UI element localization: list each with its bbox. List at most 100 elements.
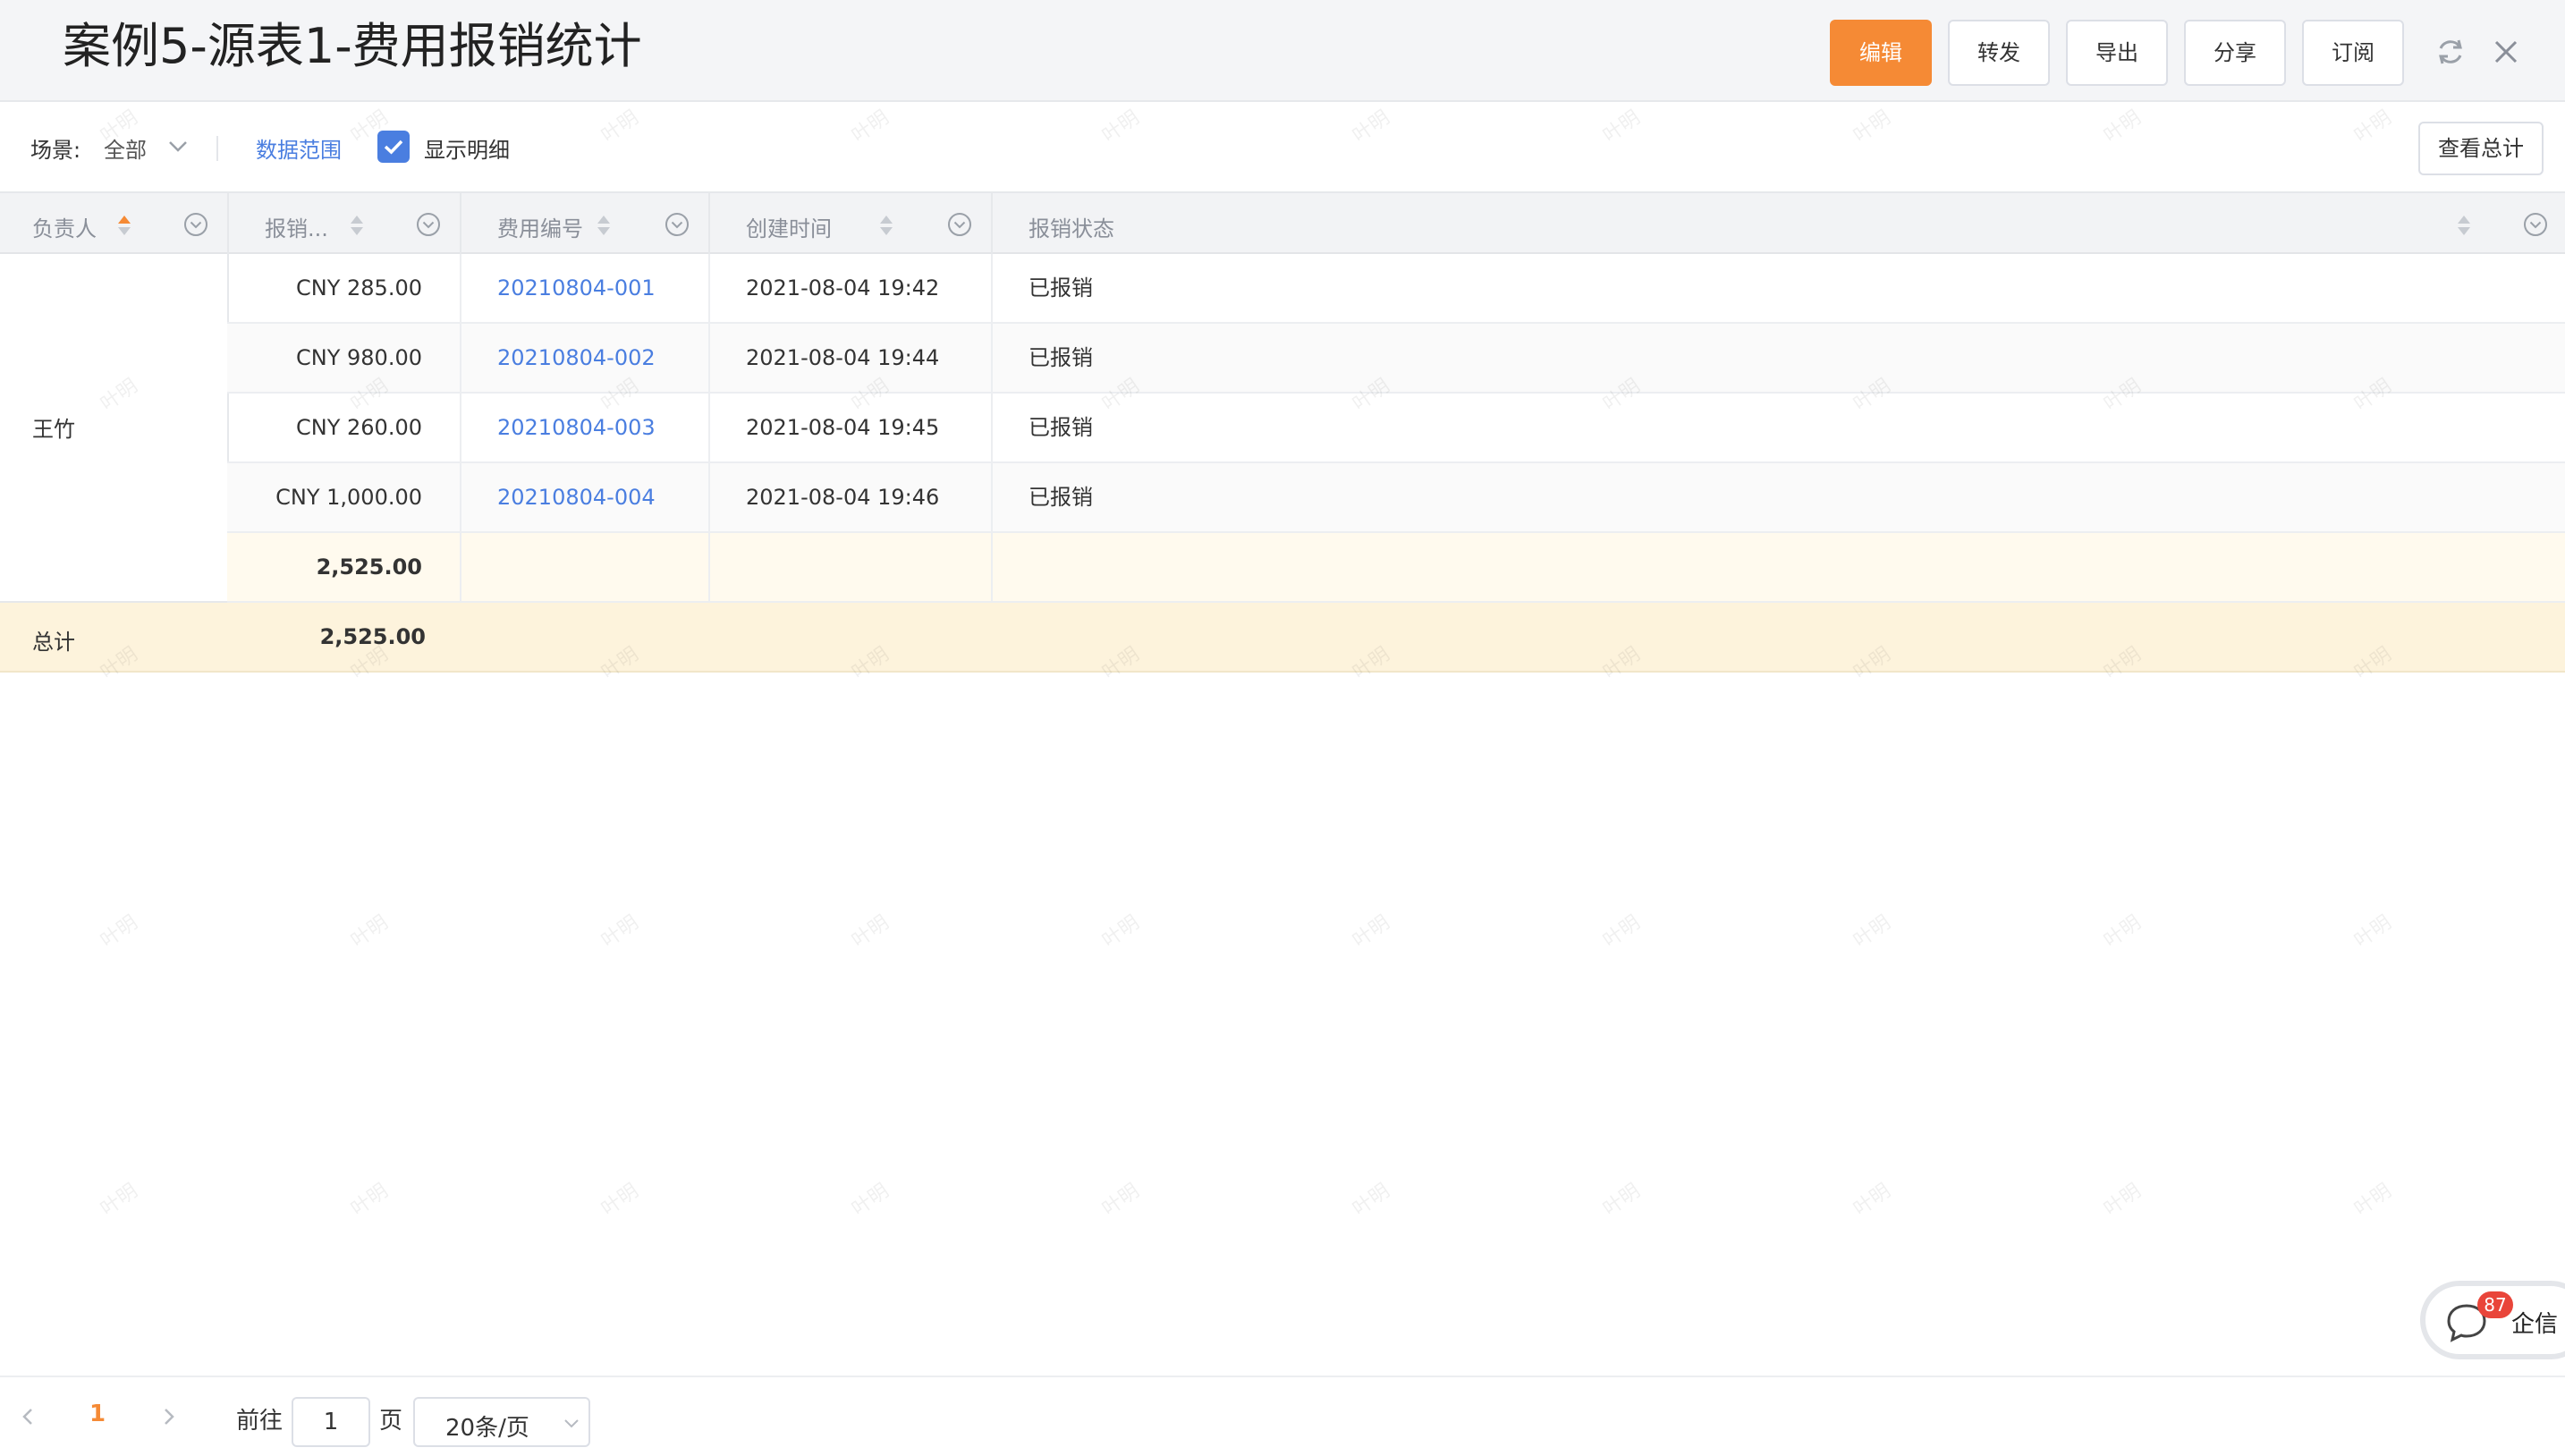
- column-header-owner[interactable]: 负责人: [0, 193, 229, 254]
- total-amount: 2,525.00: [319, 624, 426, 649]
- created-time-cell: 2021-08-04 19:46: [710, 463, 993, 533]
- owner-name: 王竹: [32, 417, 75, 442]
- created-time-cell: 2021-08-04 19:42: [710, 254, 993, 324]
- watermark-text: 叶明: [97, 1180, 142, 1221]
- owner-group-cell: 王竹: [0, 254, 229, 603]
- filter-dropdown-icon[interactable]: [946, 211, 973, 238]
- watermark-text: 叶明: [1850, 911, 1895, 952]
- subtotal-row: 2,525.00: [227, 533, 2565, 603]
- filter-dropdown-icon[interactable]: [415, 211, 442, 238]
- page-number-input[interactable]: [292, 1397, 370, 1447]
- amount-cell: CNY 260.00: [227, 394, 461, 463]
- column-header-created-time[interactable]: 创建时间: [710, 193, 993, 254]
- table-row[interactable]: CNY 1,000.00 20210804-004 2021-08-04 19:…: [227, 463, 2565, 533]
- divider: [216, 136, 218, 161]
- table-row[interactable]: CNY 285.00 20210804-001 2021-08-04 19:42…: [227, 254, 2565, 324]
- created-time-cell: 2021-08-04 19:45: [710, 394, 993, 463]
- unread-badge: 87: [2477, 1291, 2513, 1318]
- check-icon: [384, 140, 403, 155]
- empty-cell: [710, 533, 993, 603]
- watermark-text: 叶明: [1599, 1180, 1645, 1221]
- share-button[interactable]: 分享: [2184, 20, 2286, 86]
- status-cell: 已报销: [1029, 345, 1093, 370]
- column-header-code[interactable]: 费用编号: [461, 193, 710, 254]
- watermark-text: 叶明: [2100, 911, 2146, 952]
- sort-icon[interactable]: [116, 215, 132, 236]
- sort-icon[interactable]: [878, 215, 894, 236]
- show-detail-label: 显示明细: [424, 138, 510, 163]
- status-cell: 已报销: [1029, 275, 1093, 301]
- watermark-text: 叶明: [1349, 911, 1394, 952]
- forward-button[interactable]: 转发: [1948, 20, 2050, 86]
- watermark-text: 叶明: [97, 911, 142, 952]
- column-title: 创建时间: [746, 216, 832, 241]
- edit-button[interactable]: 编辑: [1830, 20, 1932, 86]
- current-page[interactable]: 1: [89, 1401, 106, 1427]
- status-cell: 已报销: [1029, 485, 1093, 510]
- watermark-text: 叶明: [597, 911, 643, 952]
- watermark-text: 叶明: [2350, 911, 2396, 952]
- column-title: 费用编号: [497, 216, 583, 241]
- data-range-link[interactable]: 数据范围: [256, 132, 342, 164]
- page-unit-label: 页: [379, 1408, 403, 1435]
- chevron-down-icon: [564, 1419, 579, 1428]
- total-label: 总计: [32, 630, 75, 655]
- column-title: 报销...: [265, 216, 328, 241]
- watermark-text: 叶明: [347, 1180, 393, 1221]
- expense-code-link[interactable]: 20210804-002: [461, 324, 710, 394]
- subtotal-amount: 2,525.00: [227, 533, 461, 603]
- scene-label: 场景:: [30, 138, 81, 163]
- grand-total-row: 总计 2,525.00: [0, 603, 2565, 673]
- watermark-text: 叶明: [1349, 1180, 1394, 1221]
- prev-page-icon[interactable]: [18, 1406, 39, 1427]
- column-title: 报销状态: [1029, 216, 1114, 241]
- expense-code-link[interactable]: 20210804-001: [461, 254, 710, 324]
- view-total-button[interactable]: 查看总计: [2418, 122, 2544, 175]
- filter-dropdown-icon[interactable]: [664, 211, 690, 238]
- chevron-down-icon[interactable]: [168, 140, 188, 154]
- chat-label: 企信: [2511, 1311, 2559, 1338]
- amount-cell: CNY 1,000.00: [227, 463, 461, 533]
- empty-cell: [461, 533, 710, 603]
- watermark-text: 叶明: [848, 1180, 893, 1221]
- expense-code-link[interactable]: 20210804-003: [461, 394, 710, 463]
- filter-dropdown-icon[interactable]: [2522, 211, 2549, 238]
- empty-cell: [993, 533, 2565, 603]
- sort-icon[interactable]: [349, 215, 365, 236]
- watermark-text: 叶明: [1098, 1180, 1144, 1221]
- close-icon[interactable]: [2488, 34, 2524, 70]
- sort-icon[interactable]: [596, 215, 612, 236]
- subscribe-button[interactable]: 订阅: [2302, 20, 2404, 86]
- header: 案例5-源表1-费用报销统计 编辑 转发 导出 分享 订阅: [0, 0, 2565, 102]
- refresh-icon[interactable]: [2433, 34, 2468, 70]
- status-cell: 已报销: [1029, 415, 1093, 440]
- watermark-text: 叶明: [1098, 911, 1144, 952]
- page-title: 案例5-源表1-费用报销统计: [63, 18, 642, 74]
- page-size-value: 20条/页: [445, 1415, 529, 1442]
- watermark-text: 叶明: [2100, 1180, 2146, 1221]
- chat-widget[interactable]: 87 企信: [2420, 1281, 2565, 1359]
- column-header-amount[interactable]: 报销...: [229, 193, 461, 254]
- watermark-text: 叶明: [597, 1180, 643, 1221]
- watermark-text: 叶明: [2350, 1180, 2396, 1221]
- page-size-select[interactable]: 20条/页: [413, 1397, 590, 1447]
- watermark-text: 叶明: [848, 911, 893, 952]
- table-row[interactable]: CNY 980.00 20210804-002 2021-08-04 19:44…: [227, 324, 2565, 394]
- filter-dropdown-icon[interactable]: [182, 211, 209, 238]
- watermark-text: 叶明: [347, 911, 393, 952]
- amount-cell: CNY 980.00: [227, 324, 461, 394]
- table-header: 负责人 报销... 费用编号 创建时间 报销状态: [0, 191, 2565, 254]
- sort-icon[interactable]: [2456, 215, 2472, 236]
- column-title: 负责人: [32, 216, 97, 241]
- column-header-status[interactable]: 报销状态: [993, 193, 2565, 254]
- amount-cell: CNY 285.00: [227, 254, 461, 324]
- watermark-text: 叶明: [1850, 1180, 1895, 1221]
- watermark-text: 叶明: [1599, 911, 1645, 952]
- next-page-icon[interactable]: [157, 1406, 179, 1427]
- table-row[interactable]: CNY 260.00 20210804-003 2021-08-04 19:45…: [227, 394, 2565, 463]
- expense-code-link[interactable]: 20210804-004: [461, 463, 710, 533]
- export-button[interactable]: 导出: [2066, 20, 2168, 86]
- scene-select[interactable]: 全部: [104, 132, 147, 164]
- show-detail-checkbox[interactable]: [377, 131, 410, 163]
- goto-label: 前往: [236, 1408, 284, 1435]
